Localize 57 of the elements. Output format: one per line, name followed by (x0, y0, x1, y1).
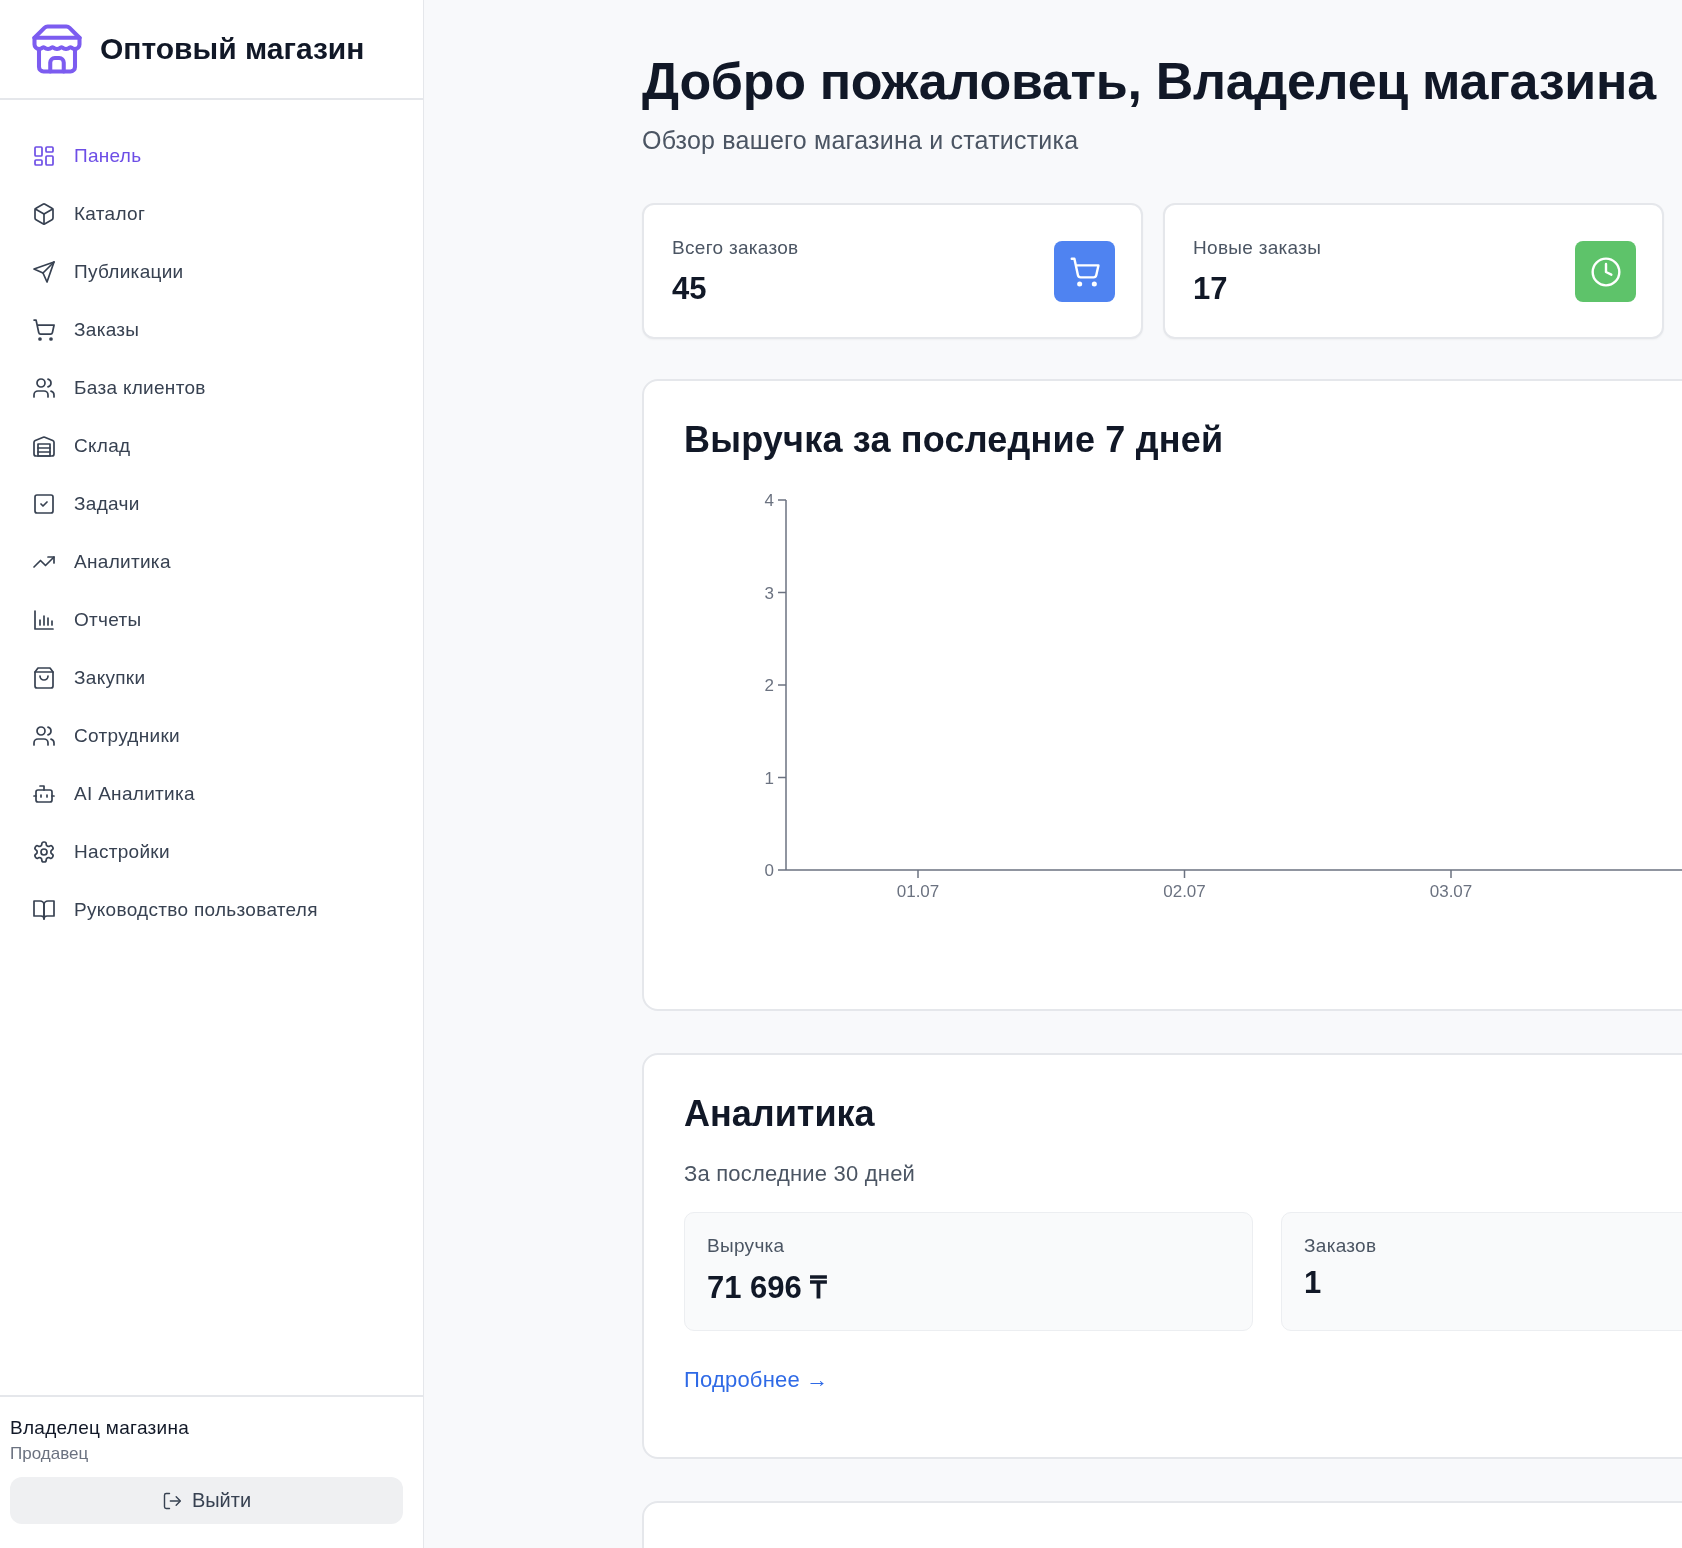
nav-item[interactable]: Заказы (0, 301, 423, 359)
details-link[interactable]: Подробнее → (684, 1367, 829, 1394)
nav-item[interactable]: Руководство пользователя (0, 881, 423, 939)
section-title: Аналитика (684, 1093, 876, 1136)
nav-item[interactable]: Аналитика (0, 533, 423, 591)
nav-item[interactable]: AI Аналитика (0, 765, 423, 823)
stat-value: 45 (672, 271, 708, 308)
clock-icon (1589, 255, 1622, 288)
bar-chart-icon (32, 608, 56, 632)
book-icon (32, 898, 56, 922)
chart-title: Выручка за последние 7 дней (684, 419, 1225, 462)
nav-item[interactable]: База клиентов (0, 359, 423, 417)
nav-item[interactable]: Закупки (0, 649, 423, 707)
stat-value: 17 (1193, 271, 1229, 308)
nav-item[interactable]: Панель (0, 127, 423, 185)
cart-icon (32, 318, 56, 342)
page-subtitle: Обзор вашего магазина и статистика (642, 126, 1080, 156)
metric-label: Выручка (707, 1235, 786, 1258)
y-tick-label: 3 (764, 583, 774, 603)
nav-item[interactable]: Склад (0, 417, 423, 475)
nav-item[interactable]: Настройки (0, 823, 423, 881)
metric-value: 71 696 ₸ (707, 1269, 829, 1308)
cart-icon (1068, 255, 1101, 288)
nav-item[interactable]: Публикации (0, 243, 423, 301)
user-name: Владелец магазина (10, 1417, 191, 1439)
checkbox-icon (32, 492, 56, 516)
y-tick-label: 4 (764, 491, 774, 511)
stat-label: Всего заказов (672, 237, 799, 260)
metric-label: Заказов (1304, 1235, 1378, 1258)
nav-item[interactable]: Каталог (0, 185, 423, 243)
logout-button[interactable]: Выйти (10, 1477, 403, 1524)
nav-item[interactable]: Задачи (0, 475, 423, 533)
bag-icon (32, 666, 56, 690)
brand-title: Оптовый магазин (100, 32, 365, 66)
layout-grid-icon (32, 144, 56, 168)
users-icon (32, 724, 56, 748)
settings-icon (32, 840, 56, 864)
nav-item[interactable]: Отчеты (0, 591, 423, 649)
robot-icon (32, 782, 56, 806)
period-caption: За последние 30 дней (684, 1161, 917, 1188)
metric-value: 1 (1304, 1265, 1323, 1302)
x-tick-label: 02.07 (1163, 882, 1206, 902)
paper-plane-icon (32, 260, 56, 284)
box-icon (32, 202, 56, 226)
stat-label: Новые заказы (1193, 237, 1322, 260)
users-icon (32, 376, 56, 400)
x-tick-label: 03.07 (1429, 882, 1473, 902)
page-title: Добро пожаловать, Владелец магазина (642, 51, 1658, 112)
y-tick-label: 1 (764, 768, 774, 788)
x-tick-label: 01.07 (896, 882, 940, 902)
y-tick-label: 0 (764, 861, 774, 881)
warehouse-icon (32, 434, 56, 458)
nav-item[interactable]: Сотрудники (0, 707, 423, 765)
y-tick-label: 2 (764, 676, 774, 696)
exit-icon (161, 1490, 182, 1511)
store-icon (30, 22, 84, 76)
user-role: Продавец (10, 1444, 90, 1464)
